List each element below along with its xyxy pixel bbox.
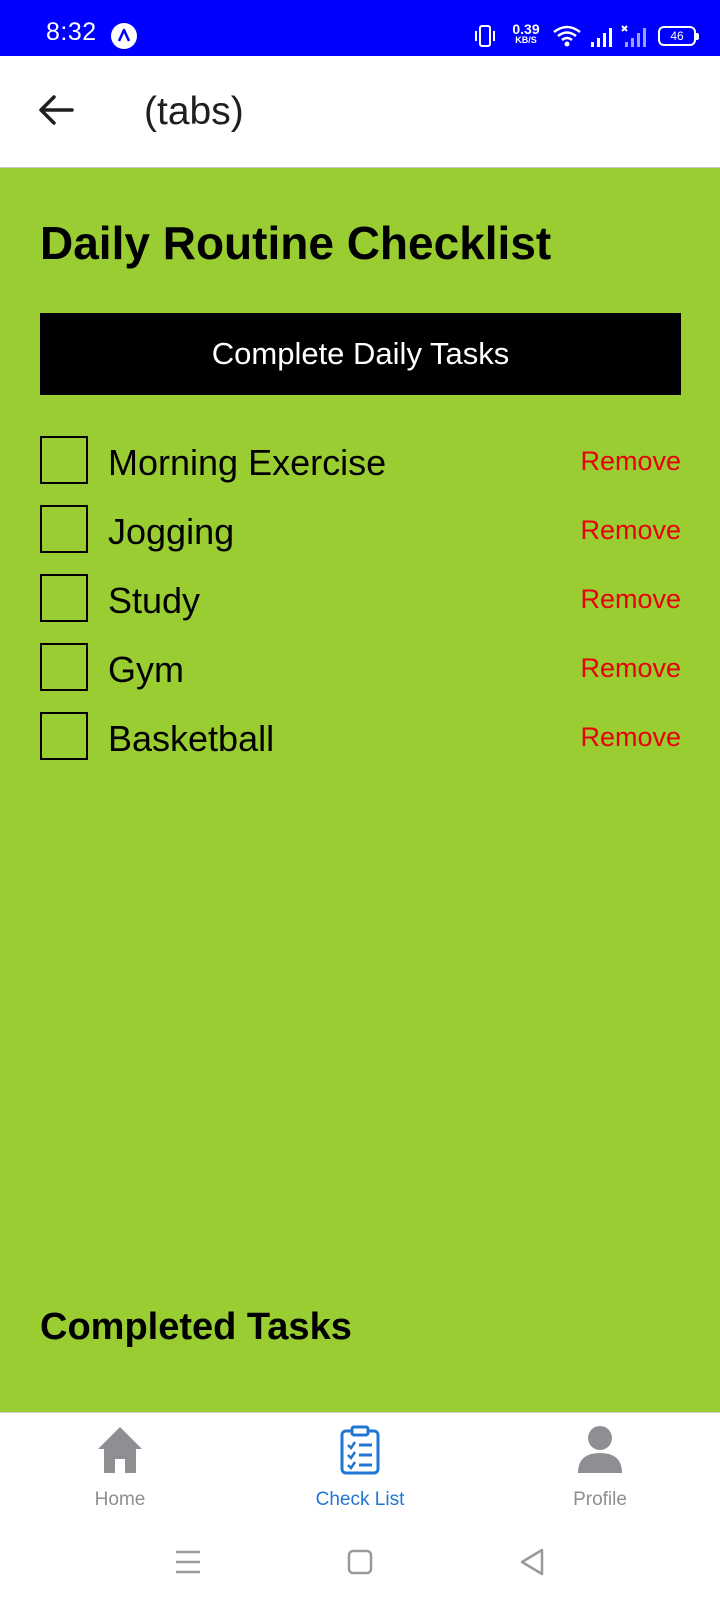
task-checkbox[interactable] — [40, 505, 88, 553]
remove-button[interactable]: Remove — [580, 722, 681, 753]
tab-label: Check List — [315, 1489, 405, 1510]
task-row: Basketball Remove — [40, 712, 681, 781]
back-triangle-icon[interactable] — [512, 1542, 552, 1582]
app-notification-icon — [111, 23, 137, 49]
status-bar: 8:32 0.39 KB/S 46 — [0, 0, 720, 56]
complete-daily-tasks-button[interactable]: Complete Daily Tasks — [40, 313, 681, 395]
person-icon — [576, 1425, 624, 1475]
task-label: Study — [108, 580, 201, 621]
system-navigation-bar — [0, 1522, 720, 1600]
task-checkbox[interactable] — [40, 436, 88, 484]
task-checkbox[interactable] — [40, 574, 88, 622]
checklist-screen: Daily Routine Checklist Complete Daily T… — [0, 168, 720, 1412]
home-icon — [96, 1425, 144, 1475]
task-row: Study Remove — [40, 574, 681, 643]
signal-no-service-icon — [620, 24, 646, 53]
task-label: Jogging — [108, 511, 235, 552]
tab-check-list[interactable]: Check List — [280, 1413, 440, 1523]
vibrate-icon — [474, 24, 496, 53]
remove-button[interactable]: Remove — [580, 653, 681, 684]
task-row: Jogging Remove — [40, 505, 681, 574]
tab-label: Profile — [573, 1489, 627, 1510]
remove-button[interactable]: Remove — [580, 515, 681, 546]
net-speed-value: 0.39 — [512, 21, 540, 37]
task-label: Basketball — [108, 718, 275, 759]
task-label: Gym — [108, 649, 184, 690]
back-button[interactable] — [28, 84, 84, 140]
app-header: (tabs) — [0, 56, 720, 168]
task-checkbox[interactable] — [40, 712, 88, 760]
task-checkbox[interactable] — [40, 643, 88, 691]
clipboard-checklist-icon — [336, 1425, 384, 1475]
battery-icon: 46 — [658, 26, 699, 46]
signal-icon — [590, 26, 614, 53]
page-title: Daily Routine Checklist — [40, 217, 552, 269]
remove-button[interactable]: Remove — [580, 446, 681, 477]
tab-profile[interactable]: Profile — [520, 1413, 680, 1523]
arrow-left-icon — [38, 94, 74, 131]
task-row: Morning Exercise Remove — [40, 436, 681, 505]
tab-home[interactable]: Home — [40, 1413, 200, 1523]
task-row: Gym Remove — [40, 643, 681, 712]
tab-label: Home — [94, 1489, 146, 1510]
status-icons: 0.39 KB/S 46 — [456, 14, 699, 47]
net-speed: 0.39 KB/S — [506, 21, 546, 46]
status-time: 8:32 — [46, 18, 97, 46]
menu-icon[interactable] — [168, 1542, 208, 1582]
bottom-tab-bar: Home Check List Profile — [0, 1412, 720, 1522]
completed-tasks-title: Completed Tasks — [40, 1306, 352, 1348]
wifi-icon — [552, 24, 582, 53]
task-list: Morning Exercise Remove Jogging Remove S… — [40, 436, 681, 781]
header-title: (tabs) — [144, 90, 244, 133]
home-square-icon[interactable] — [340, 1542, 380, 1582]
task-label: Morning Exercise — [108, 442, 387, 483]
remove-button[interactable]: Remove — [580, 584, 681, 615]
